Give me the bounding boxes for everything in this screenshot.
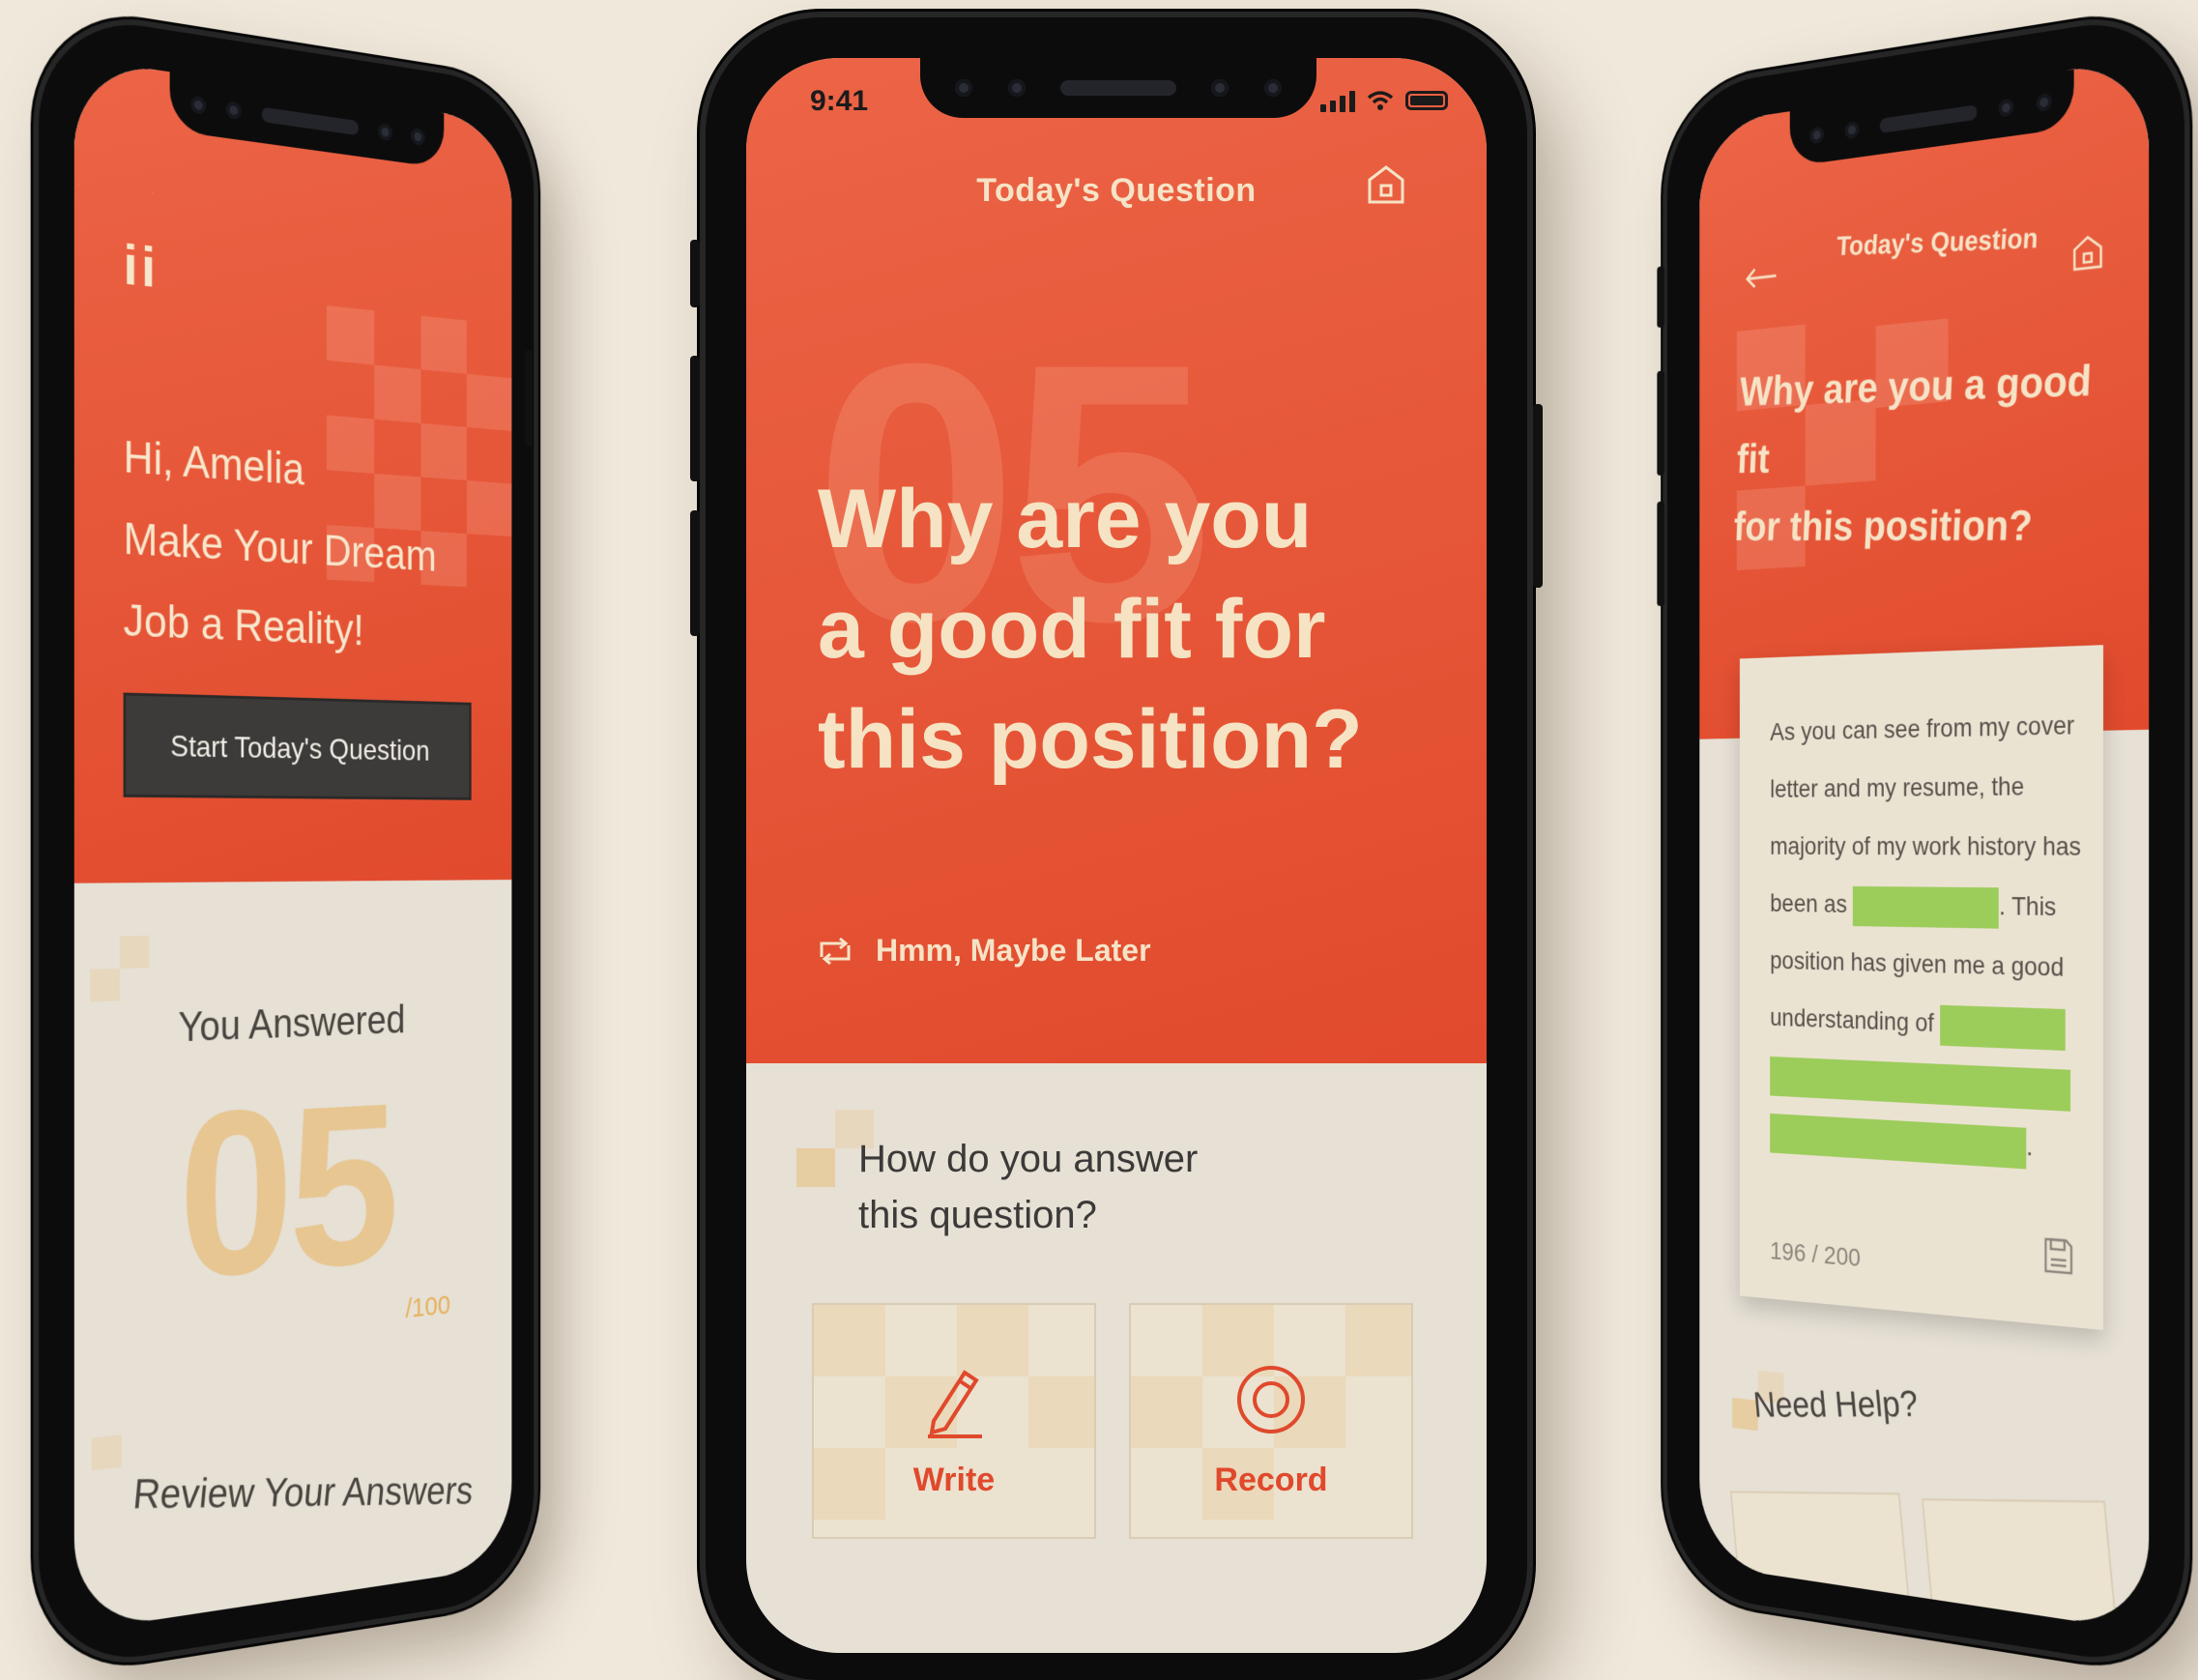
question-line: Why are you: [818, 473, 1313, 565]
answer-prompt-line: How do you answer: [858, 1138, 1199, 1180]
answered-count: 05: [178, 1057, 394, 1328]
pixel-decoration: [119, 935, 150, 969]
repeat-icon: [820, 937, 851, 965]
answer-card[interactable]: As you can see from my cover letter and …: [1739, 645, 2104, 1331]
home-screen: ii Hi, Amelia Make Your Dream Job a Real…: [73, 57, 512, 1633]
question-text: Why are you a good fit for this position…: [818, 464, 1436, 795]
question-line: for this position?: [1732, 500, 2034, 550]
left-phone: ii Hi, Amelia Make Your Dream Job a Real…: [39, 10, 535, 1672]
question-text: Why are you a good fit for this position…: [1732, 343, 2122, 562]
signal-icon: [1320, 89, 1355, 112]
pixel-decoration: [90, 968, 120, 1002]
app-logo: ii: [123, 232, 159, 301]
center-phone: 05 9:41 Today's Question Why are you a g…: [690, 17, 1543, 1680]
maybe-later-label: Hmm, Maybe Later: [876, 933, 1151, 968]
status-time: 9:41: [810, 85, 869, 117]
back-arrow-icon[interactable]: [1745, 265, 1778, 290]
blank-highlight[interactable]: [1853, 885, 2000, 929]
review-answers-link[interactable]: Review Your Answers: [130, 1469, 476, 1520]
blank-highlight[interactable]: [1770, 1056, 2071, 1112]
side-button: [1657, 370, 1664, 477]
side-button: [690, 356, 700, 481]
wifi-icon: [1367, 91, 1394, 110]
mockup-stage: ii Hi, Amelia Make Your Dream Job a Real…: [0, 0, 2198, 1680]
battery-icon: [1405, 91, 1448, 110]
record-label: Record: [1214, 1462, 1328, 1498]
answer-screen: Today's Question Why are you a good fit …: [1699, 57, 2150, 1633]
question-line: a good fit for: [818, 583, 1326, 676]
start-question-button[interactable]: Start Today's Question: [123, 692, 472, 800]
write-label: Write: [912, 1462, 996, 1498]
blank-highlight[interactable]: [1940, 1004, 2067, 1051]
home-icon[interactable]: [2072, 232, 2103, 274]
help-option[interactable]: [1729, 1491, 1915, 1633]
greeting: Hi, Amelia Make Your Dream Job a Reality…: [124, 417, 479, 675]
side-button: [1657, 501, 1664, 607]
side-button: [525, 349, 533, 448]
maybe-later-link[interactable]: Hmm, Maybe Later: [816, 933, 1151, 969]
character-count: 196 / 200: [1770, 1236, 1861, 1272]
answered-count-text: 05: [178, 1056, 395, 1329]
home-icon[interactable]: [1367, 164, 1405, 205]
question-screen: 05 9:41 Today's Question Why are you a g…: [746, 58, 1487, 1653]
answer-text[interactable]: As you can see from my cover letter and …: [1770, 695, 2086, 1180]
pencil-icon: [928, 1370, 982, 1438]
record-option[interactable]: Record: [1129, 1303, 1413, 1539]
answer-prompt-line: this question?: [858, 1194, 1097, 1236]
answered-label: You Answered: [178, 997, 406, 1052]
side-button: [1533, 404, 1543, 588]
pixel-decoration: [92, 1434, 122, 1471]
need-help-label: Need Help?: [1751, 1383, 1920, 1426]
side-button: [690, 240, 700, 307]
answered-total: /100: [405, 1289, 450, 1324]
save-icon[interactable]: [2043, 1236, 2074, 1277]
question-line: this position?: [818, 693, 1363, 786]
question-line: Why are you a good fit: [1735, 355, 2094, 482]
answer-prompt: How do you answer this question?: [858, 1131, 1342, 1243]
answer-text-part: .: [2026, 1131, 2034, 1162]
side-button: [690, 510, 700, 636]
write-option[interactable]: Write: [812, 1303, 1096, 1539]
pixel-decoration: [796, 1148, 835, 1187]
right-phone: Today's Question Why are you a good fit …: [1657, 10, 2184, 1672]
side-button: [1657, 266, 1664, 329]
status-bar: 9:41: [746, 85, 1487, 124]
help-option[interactable]: [1921, 1498, 2122, 1633]
blank-highlight[interactable]: [1770, 1113, 2027, 1170]
record-icon: [1237, 1366, 1305, 1434]
